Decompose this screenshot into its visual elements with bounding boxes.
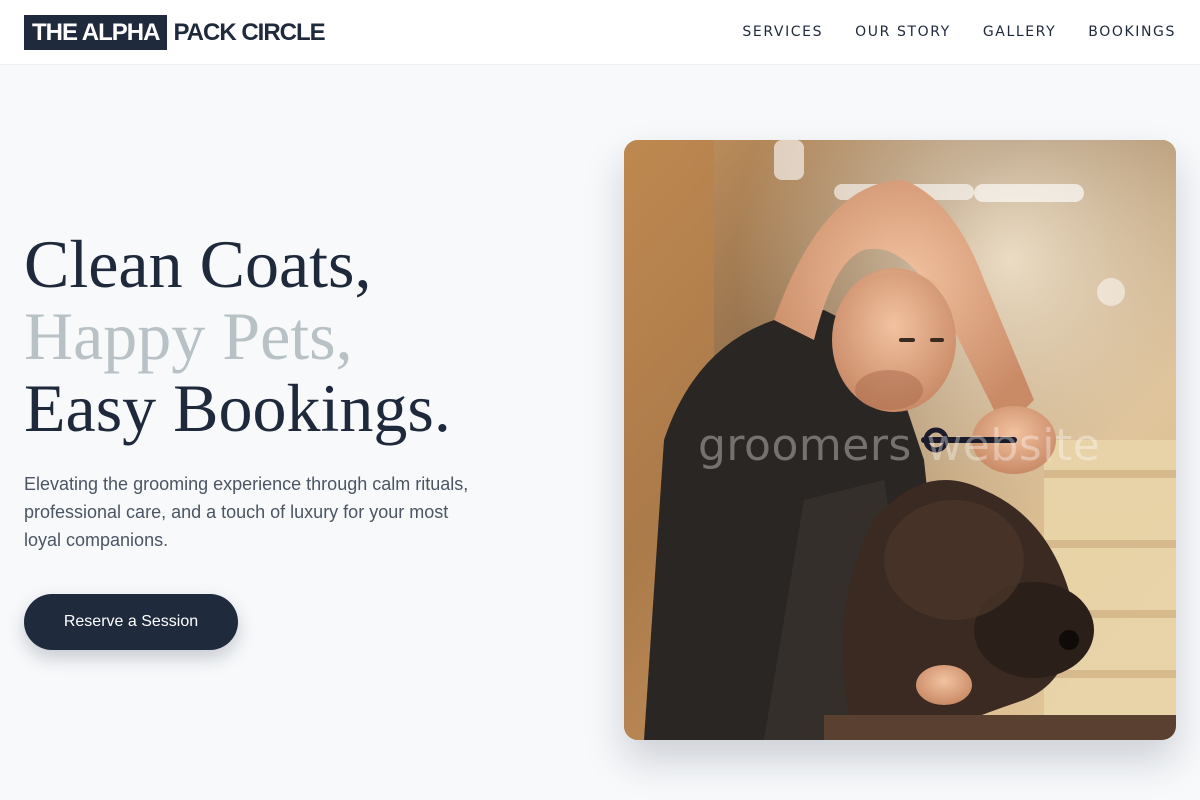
nav-item-gallery[interactable]: GALLERY xyxy=(983,24,1056,40)
brand-name-boxed: THE ALPHA xyxy=(24,14,168,50)
headline-line-1: Clean Coats, xyxy=(24,226,372,302)
image-watermark: groomers website xyxy=(698,420,1101,471)
hero-photo: groomers website xyxy=(624,140,1176,740)
hero-subtext: Elevating the grooming experience throug… xyxy=(24,474,469,550)
hero-headline: Clean Coats, Happy Pets, Easy Bookings. xyxy=(24,228,584,444)
headline-line-2: Happy Pets, xyxy=(24,298,353,374)
site-header: THE ALPHA PACK CIRCLE SERVICES OUR STORY… xyxy=(0,0,1200,65)
brand-name-rest: PACK CIRCLE xyxy=(173,18,325,46)
nav-item-bookings[interactable]: BOOKINGS xyxy=(1088,24,1176,40)
nav-item-our-story[interactable]: OUR STORY xyxy=(855,24,951,40)
headline-line-3: Easy Bookings. xyxy=(24,370,451,446)
main-nav: SERVICES OUR STORY GALLERY BOOKINGS xyxy=(710,24,1176,40)
nav-item-services[interactable]: SERVICES xyxy=(742,24,823,40)
brand-logo[interactable]: THE ALPHA PACK CIRCLE xyxy=(24,14,326,50)
reserve-session-button[interactable]: Reserve a Session xyxy=(24,594,238,650)
